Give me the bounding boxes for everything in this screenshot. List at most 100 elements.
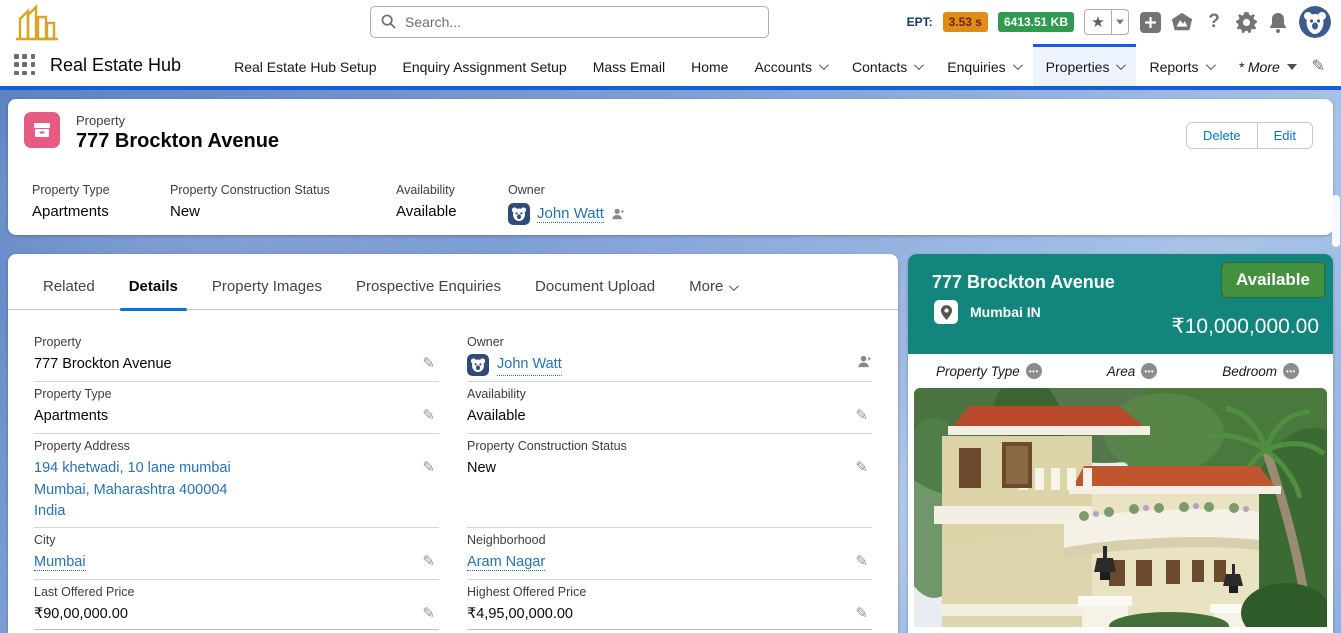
edit-field-pencil-icon[interactable]: ✎ <box>422 406 435 426</box>
nav-tab-home[interactable]: Home <box>678 44 741 86</box>
edit-field-pencil-icon[interactable]: ✎ <box>422 458 435 478</box>
ept-time-badge: 3.53 s <box>943 12 988 32</box>
tab-details[interactable]: Details <box>112 278 195 309</box>
nav-tab-enquiries[interactable]: Enquiries <box>934 44 1032 86</box>
comment-bubble-icon[interactable]: ••• <box>1283 363 1299 379</box>
highlight-construction-status: Property Construction Status New <box>170 183 396 225</box>
nav-tab-contacts[interactable]: Contacts <box>839 44 934 86</box>
field-property: Property 777 Brockton Avenue ✎ <box>34 330 439 382</box>
search-input[interactable] <box>370 6 769 38</box>
property-summary-card: 777 Brockton Avenue Available Mumbai IN … <box>908 254 1333 633</box>
tab-more[interactable]: More <box>672 278 753 309</box>
favorite-star-icon[interactable]: ★ <box>1085 10 1111 34</box>
edit-field-pencil-icon[interactable]: ✎ <box>855 458 868 478</box>
user-avatar[interactable] <box>1299 6 1331 38</box>
address-line[interactable]: India <box>34 501 231 523</box>
guidance-center-icon[interactable] <box>1171 11 1193 33</box>
meta-property-type: Property Type••• <box>936 363 1042 379</box>
record-page: Property 777 Brockton Avenue Delete Edit… <box>0 90 1341 633</box>
field-construction-status: Property Construction Status New ✎ <box>467 434 872 528</box>
meta-area: Area••• <box>1107 363 1158 379</box>
app-navigation-bar: Real Estate Hub Real Estate Hub Setup En… <box>0 44 1341 86</box>
help-icon[interactable]: ? <box>1203 11 1225 33</box>
owner-avatar <box>508 203 530 225</box>
address-line[interactable]: 194 khetwadi, 10 lane mumbai <box>34 458 231 480</box>
nav-tab-more[interactable]: * More <box>1226 44 1310 86</box>
favorites-control[interactable]: ★ <box>1084 9 1129 35</box>
nav-tab-real-estate-hub-setup[interactable]: Real Estate Hub Setup <box>221 44 389 86</box>
change-owner-icon[interactable] <box>857 354 872 369</box>
detail-fields: Property 777 Brockton Avenue ✎ Property … <box>8 310 898 630</box>
chevron-down-icon[interactable] <box>1205 60 1215 70</box>
property-record-icon <box>24 112 60 148</box>
city-link[interactable]: Mumbai <box>34 554 86 571</box>
chevron-down-icon[interactable] <box>819 60 829 70</box>
change-owner-icon[interactable] <box>611 207 625 221</box>
notifications-bell-icon[interactable] <box>1267 11 1289 33</box>
app-launcher-icon[interactable] <box>14 54 36 76</box>
highlight-property-type: Property Type Apartments <box>32 183 170 225</box>
global-header: EPT: 3.53 s 6413.51 KB ★ ? <box>0 0 1341 44</box>
page-scrollbar-thumb[interactable] <box>1332 195 1340 247</box>
global-actions-icon[interactable] <box>1139 11 1161 33</box>
edit-field-pencil-icon[interactable]: ✎ <box>422 354 435 374</box>
field-city: City Mumbai ✎ <box>34 528 439 580</box>
favorites-dropdown-icon[interactable] <box>1111 10 1128 34</box>
tab-prospective-enquiries[interactable]: Prospective Enquiries <box>339 278 518 309</box>
edit-field-pencil-icon[interactable]: ✎ <box>855 552 868 572</box>
comment-bubble-icon[interactable]: ••• <box>1141 363 1157 379</box>
setup-gear-icon[interactable] <box>1235 11 1257 33</box>
nav-tab-accounts[interactable]: Accounts <box>741 44 839 86</box>
field-last-offered-price: Last Offered Price ₹90,00,000.00 ✎ <box>34 580 439 630</box>
field-availability: Availability Available ✎ <box>467 382 872 434</box>
property-photo <box>914 388 1327 627</box>
owner-avatar <box>467 354 489 376</box>
address-line[interactable]: Mumbai, Maharashtra 400004 <box>34 480 231 502</box>
edit-button[interactable]: Edit <box>1257 123 1312 148</box>
chevron-down-icon[interactable] <box>1116 60 1126 70</box>
search-icon <box>381 14 396 29</box>
property-location: Mumbai IN <box>970 304 1041 320</box>
nav-tab-properties[interactable]: Properties <box>1033 44 1137 86</box>
highlight-owner: Owner John Watt <box>508 183 625 225</box>
chevron-down-icon <box>729 281 739 291</box>
edit-field-pencil-icon[interactable]: ✎ <box>855 604 868 624</box>
edit-field-pencil-icon[interactable]: ✎ <box>422 604 435 624</box>
ept-label: EPT: <box>907 15 933 29</box>
ept-size-badge: 6413.51 KB <box>998 12 1074 32</box>
record-actions: Delete Edit <box>1186 122 1313 149</box>
record-detail-card: Related Details Property Images Prospect… <box>8 254 898 633</box>
record-highlights-panel: Property 777 Brockton Avenue Delete Edit… <box>8 99 1333 235</box>
field-property-type: Property Type Apartments ✎ <box>34 382 439 434</box>
field-owner: Owner John Watt <box>467 330 872 382</box>
record-entity-label: Property <box>76 113 279 128</box>
location-pin-icon <box>934 300 958 324</box>
global-search <box>370 6 769 38</box>
edit-field-pencil-icon[interactable]: ✎ <box>422 552 435 572</box>
tab-property-images[interactable]: Property Images <box>195 278 339 309</box>
owner-link[interactable]: John Watt <box>497 354 562 376</box>
neighborhood-link[interactable]: Aram Nagar <box>467 554 545 571</box>
tab-related[interactable]: Related <box>26 278 112 309</box>
property-meta-row: Property Type••• Area••• Bedroom••• <box>908 354 1333 388</box>
chevron-down-icon[interactable] <box>914 60 924 70</box>
edit-field-pencil-icon[interactable]: ✎ <box>855 406 868 426</box>
nav-tab-mass-email[interactable]: Mass Email <box>580 44 678 86</box>
record-title: 777 Brockton Avenue <box>76 130 279 153</box>
tab-document-upload[interactable]: Document Upload <box>518 278 672 309</box>
nav-tab-enquiry-assignment-setup[interactable]: Enquiry Assignment Setup <box>390 44 580 86</box>
owner-link[interactable]: John Watt <box>537 205 604 223</box>
field-neighborhood: Neighborhood Aram Nagar ✎ <box>467 528 872 580</box>
nav-tab-reports[interactable]: Reports <box>1136 44 1225 86</box>
property-summary-header: 777 Brockton Avenue Available Mumbai IN … <box>908 254 1333 354</box>
delete-button[interactable]: Delete <box>1187 123 1257 148</box>
comment-bubble-icon[interactable]: ••• <box>1026 363 1042 379</box>
highlight-availability: Availability Available <box>396 183 508 225</box>
edit-navigation-pencil-icon[interactable]: ✎ <box>1312 56 1325 76</box>
chevron-down-icon[interactable] <box>1013 60 1023 70</box>
caret-down-icon[interactable] <box>1287 64 1297 70</box>
field-property-address: Property Address 194 khetwadi, 10 lane m… <box>34 434 439 528</box>
record-detail-tabs: Related Details Property Images Prospect… <box>8 254 898 310</box>
property-price: ₹10,000,000.00 <box>1171 314 1319 339</box>
property-card-title: 777 Brockton Avenue <box>932 272 1115 293</box>
